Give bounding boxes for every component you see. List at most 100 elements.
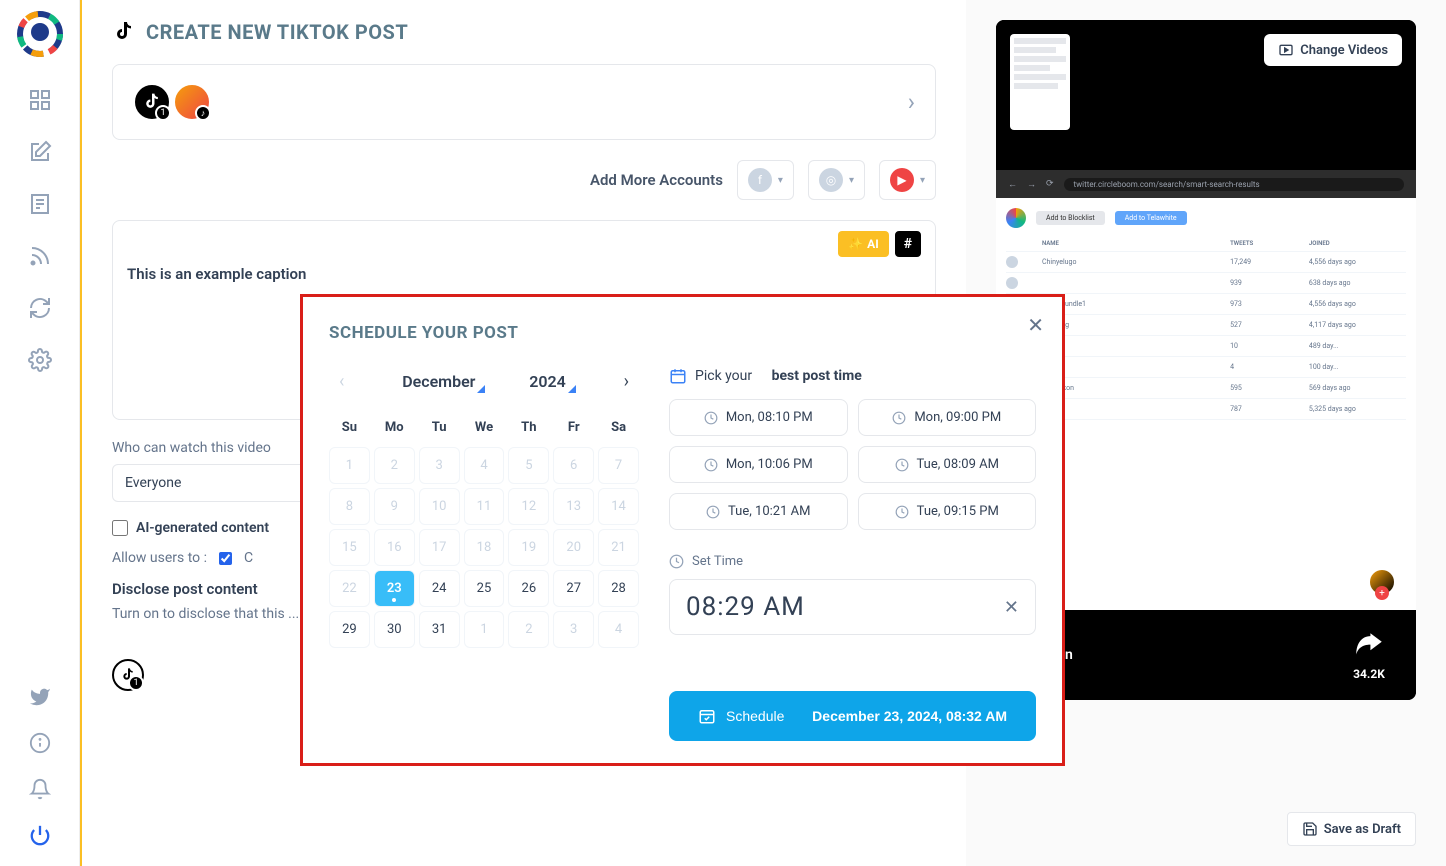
allow-c-label: C bbox=[244, 550, 253, 566]
preview-table-row: rtins Okon595569 days ago bbox=[1006, 378, 1406, 399]
preview-table-row: Chinyelugo17,2494,556 days ago bbox=[1006, 252, 1406, 273]
ai-generated-label: AI-generated content bbox=[136, 520, 269, 536]
mini-account-avatar[interactable]: 1 bbox=[112, 659, 144, 691]
clock-icon bbox=[669, 554, 684, 569]
ai-badge[interactable]: ✨ AI bbox=[838, 231, 889, 257]
calendar-day[interactable]: 21 bbox=[598, 529, 639, 566]
calendar: ‹ December 2024 › SuMoTuWeThFrSa12345678… bbox=[329, 367, 639, 741]
recycle-icon[interactable] bbox=[28, 296, 52, 320]
calendar-next-icon[interactable]: › bbox=[620, 367, 633, 396]
hashtag-badge[interactable]: # bbox=[895, 231, 921, 257]
calendar-day[interactable]: 11 bbox=[464, 488, 505, 525]
info-icon[interactable] bbox=[29, 732, 51, 754]
set-time-label: Set Time bbox=[669, 554, 1036, 569]
calendar-day[interactable]: 15 bbox=[329, 529, 370, 566]
settings-icon[interactable] bbox=[28, 348, 52, 372]
calendar-day[interactable]: 6 bbox=[553, 447, 594, 484]
twitter-icon[interactable] bbox=[29, 686, 51, 708]
calendar-day[interactable]: 16 bbox=[374, 529, 415, 566]
article-icon[interactable] bbox=[28, 192, 52, 216]
calendar-day[interactable]: 22 bbox=[329, 570, 370, 607]
time-clear-icon[interactable]: ✕ bbox=[1004, 597, 1019, 618]
calendar-day[interactable]: 29 bbox=[329, 611, 370, 648]
calendar-day[interactable]: 14 bbox=[598, 488, 639, 525]
youtube-dropdown[interactable]: ▶▾ bbox=[879, 160, 936, 200]
time-suggestion-chip[interactable]: Mon, 08:10 PM bbox=[669, 399, 848, 436]
calendar-day[interactable]: 31 bbox=[419, 611, 460, 648]
calendar-weekday: Su bbox=[329, 412, 370, 443]
calendar-icon bbox=[669, 367, 687, 385]
preview-browser-bar: ←→⟳ twitter.circleboom.com/search/smart-… bbox=[996, 170, 1416, 198]
sidebar bbox=[0, 0, 80, 866]
calendar-day[interactable]: 24 bbox=[419, 570, 460, 607]
calendar-day[interactable]: 2 bbox=[374, 447, 415, 484]
time-suggestion-chip[interactable]: Tue, 08:09 AM bbox=[858, 446, 1037, 483]
rss-icon[interactable] bbox=[28, 244, 52, 268]
calendar-weekday: Tu bbox=[419, 412, 460, 443]
calendar-day[interactable]: 7 bbox=[598, 447, 639, 484]
calendar-day[interactable]: 8 bbox=[329, 488, 370, 525]
schedule-confirm-button[interactable]: Schedule December 23, 2024, 08:32 AM bbox=[669, 691, 1036, 741]
preview-table-row: emere7875,325 days ago bbox=[1006, 399, 1406, 420]
calendar-weekday: Th bbox=[508, 412, 549, 443]
app-logo[interactable] bbox=[16, 10, 64, 58]
calendar-year[interactable]: 2024 bbox=[529, 372, 566, 391]
power-icon[interactable] bbox=[29, 824, 51, 846]
modal-close-icon[interactable]: ✕ bbox=[1027, 313, 1044, 337]
facebook-dropdown[interactable]: f▾ bbox=[737, 160, 794, 200]
allow-c-checkbox[interactable] bbox=[219, 552, 232, 565]
pick-time-label: Pick your best post time bbox=[669, 367, 1036, 385]
calendar-day[interactable]: 3 bbox=[419, 447, 460, 484]
calendar-day[interactable]: 19 bbox=[508, 529, 549, 566]
calendar-day[interactable]: 13 bbox=[553, 488, 594, 525]
mini-avatar-badge: 1 bbox=[128, 675, 144, 691]
chevron-right-icon: › bbox=[908, 88, 915, 116]
change-videos-button[interactable]: Change Videos bbox=[1264, 34, 1402, 66]
preview-table-row: nchedbundle19734,556 days ago bbox=[1006, 294, 1406, 315]
preview-table-row: etipha10489 day... bbox=[1006, 336, 1406, 357]
calendar-day[interactable]: 20 bbox=[553, 529, 594, 566]
calendar-weekday: Fr bbox=[553, 412, 594, 443]
calendar-month[interactable]: December bbox=[402, 372, 475, 391]
calendar-day[interactable]: 12 bbox=[508, 488, 549, 525]
dashboard-icon[interactable] bbox=[28, 88, 52, 112]
time-value: 08:29 AM bbox=[686, 592, 805, 622]
calendar-day[interactable]: 26 bbox=[508, 570, 549, 607]
preview-avatar-icon: + bbox=[1368, 568, 1396, 596]
calendar-day[interactable]: 3 bbox=[553, 611, 594, 648]
share-icon bbox=[1352, 629, 1386, 663]
calendar-day[interactable]: 18 bbox=[464, 529, 505, 566]
time-suggestion-chip[interactable]: Mon, 10:06 PM bbox=[669, 446, 848, 483]
calendar-day[interactable]: 9 bbox=[374, 488, 415, 525]
allow-users-label: Allow users to : bbox=[112, 550, 207, 566]
time-input[interactable]: 08:29 AM ✕ bbox=[669, 579, 1036, 635]
calendar-day[interactable]: 23 bbox=[374, 570, 415, 607]
calendar-day[interactable]: 28 bbox=[598, 570, 639, 607]
compose-icon[interactable] bbox=[28, 140, 52, 164]
instagram-dropdown[interactable]: ◎▾ bbox=[808, 160, 865, 200]
calendar-day[interactable]: 27 bbox=[553, 570, 594, 607]
calendar-day[interactable]: 25 bbox=[464, 570, 505, 607]
time-suggestion-chip[interactable]: Mon, 09:00 PM bbox=[858, 399, 1037, 436]
preview-table-row: ber4100 day... bbox=[1006, 357, 1406, 378]
calendar-day[interactable]: 30 bbox=[374, 611, 415, 648]
calendar-prev-icon[interactable]: ‹ bbox=[335, 367, 348, 396]
calendar-day[interactable]: 4 bbox=[598, 611, 639, 648]
ai-generated-checkbox[interactable] bbox=[112, 520, 128, 536]
calendar-day[interactable]: 2 bbox=[508, 611, 549, 648]
modal-title: SCHEDULE YOUR POST bbox=[329, 323, 1036, 343]
calendar-day[interactable]: 1 bbox=[464, 611, 505, 648]
calendar-day[interactable]: 10 bbox=[419, 488, 460, 525]
bell-icon[interactable] bbox=[29, 778, 51, 800]
time-suggestion-chip[interactable]: Tue, 09:15 PM bbox=[858, 493, 1037, 530]
account-selector-card[interactable]: 1 ♪ › bbox=[112, 64, 936, 140]
calendar-day[interactable]: 17 bbox=[419, 529, 460, 566]
calendar-day[interactable]: 1 bbox=[329, 447, 370, 484]
preview-side-actions: + bbox=[1368, 568, 1396, 610]
page-header: CREATE NEW TIKTOK POST bbox=[112, 20, 936, 44]
calendar-day[interactable]: 4 bbox=[464, 447, 505, 484]
calendar-day[interactable]: 5 bbox=[508, 447, 549, 484]
save-draft-button[interactable]: Save as Draft bbox=[1287, 812, 1416, 846]
preview-table-row: 939638 days ago bbox=[1006, 273, 1406, 294]
time-suggestion-chip[interactable]: Tue, 10:21 AM bbox=[669, 493, 848, 530]
